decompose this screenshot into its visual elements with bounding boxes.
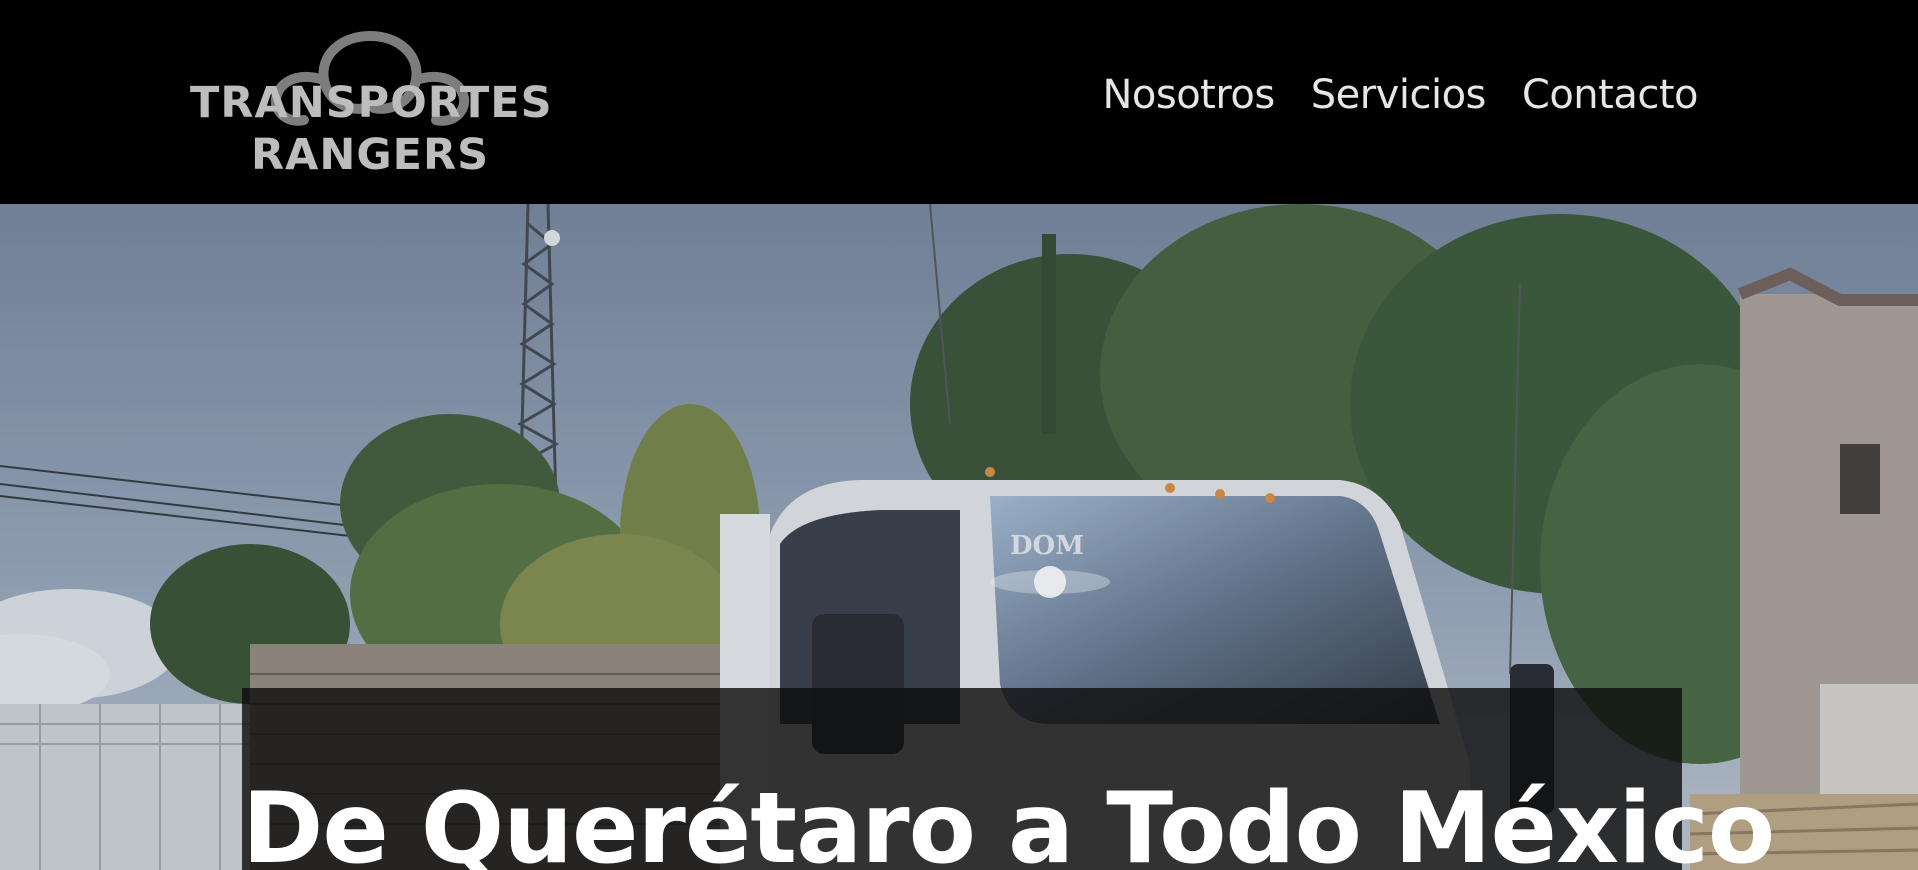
nav-item-nosotros[interactable]: Nosotros: [1102, 72, 1275, 118]
site-header: TRANSPORTES RANGERS Nosotros Servicios C…: [0, 0, 1918, 204]
hero-title: De Querétaro a Todo México: [242, 771, 1775, 870]
brand-logo[interactable]: TRANSPORTES RANGERS: [190, 28, 553, 180]
brand-line2: RANGERS: [250, 130, 490, 180]
hero-banner: De Querétaro a Todo México: [242, 688, 1775, 870]
page: TRANSPORTES RANGERS Nosotros Servicios C…: [0, 0, 1918, 870]
nav-item-contacto[interactable]: Contacto: [1522, 72, 1699, 118]
brand-line1: TRANSPORTES: [190, 78, 553, 128]
hero-section: DOM De Querétaro a Todo México: [0, 204, 1918, 870]
nav-item-servicios[interactable]: Servicios: [1311, 72, 1487, 118]
main-nav: Nosotros Servicios Contacto: [1102, 72, 1698, 118]
